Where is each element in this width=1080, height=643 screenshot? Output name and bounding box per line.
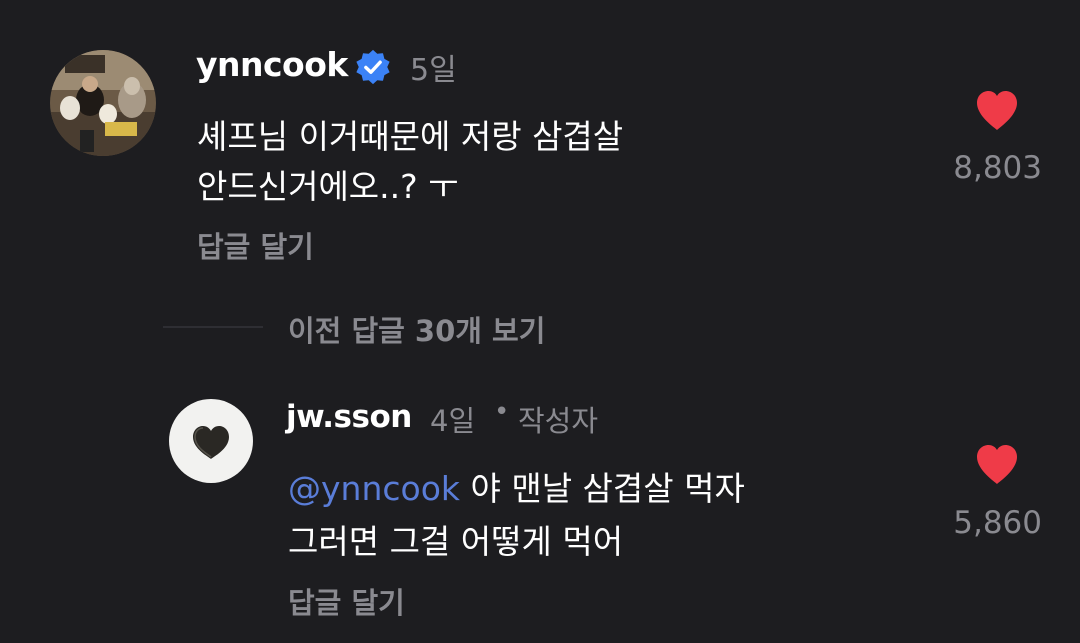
separator-dot: • bbox=[494, 397, 510, 427]
thread-line bbox=[163, 326, 263, 328]
username[interactable]: jw.sson bbox=[286, 399, 412, 435]
avatar[interactable] bbox=[169, 399, 253, 483]
view-previous-replies-button[interactable]: 이전 답글 30개 보기 bbox=[288, 308, 545, 350]
mention-link[interactable]: @ynncook bbox=[288, 469, 460, 508]
verified-badge-icon bbox=[356, 49, 390, 85]
reply-button[interactable]: 답글 달기 bbox=[197, 224, 314, 266]
heart-icon[interactable] bbox=[973, 88, 1021, 132]
timestamp: 4일 bbox=[430, 404, 476, 438]
reply-text: @ynncook 야 맨날 삼겹살 먹자 bbox=[288, 462, 745, 510]
reply-text: 그러면 그걸 어떻게 먹어 bbox=[288, 522, 624, 561]
heart-icon[interactable] bbox=[973, 442, 1021, 486]
reply-text-rest: 야 맨날 삼겹살 먹자 bbox=[460, 469, 745, 508]
comment-text: 안드신거에오..? ㅜ bbox=[197, 167, 459, 206]
timestamp: 5일 bbox=[410, 53, 457, 88]
comments-panel: ynncook 5일 셰프님 이거때문에 저랑 삼겹살 안드신거에오..? ㅜ … bbox=[0, 0, 1080, 643]
avatar-photo bbox=[169, 399, 253, 483]
username[interactable]: ynncook bbox=[196, 45, 348, 84]
reply-button[interactable]: 답글 달기 bbox=[288, 580, 405, 622]
comment-text: 셰프님 이거때문에 저랑 삼겹살 bbox=[197, 117, 624, 156]
like-count: 8,803 bbox=[953, 150, 1042, 186]
avatar[interactable] bbox=[50, 50, 156, 156]
avatar-photo bbox=[50, 50, 156, 156]
like-count: 5,860 bbox=[953, 505, 1042, 541]
author-badge: 작성자 bbox=[518, 404, 599, 438]
